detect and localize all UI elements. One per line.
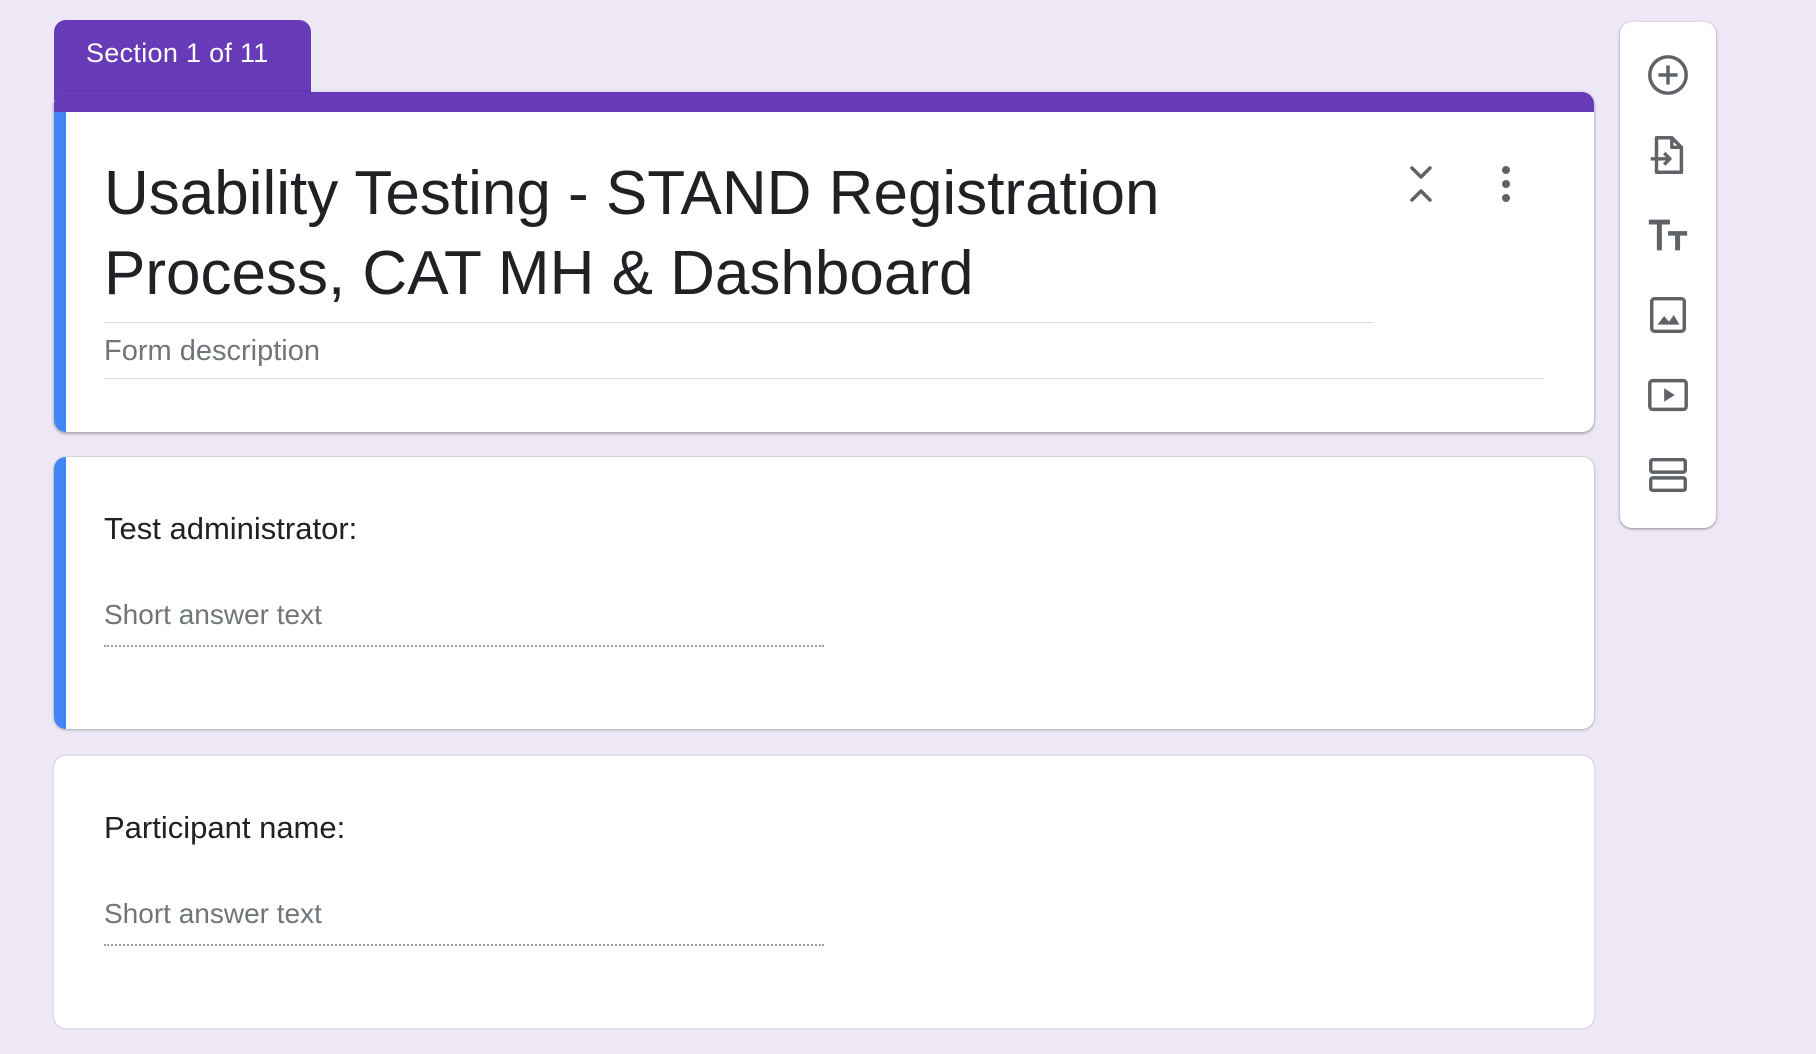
import-questions-button[interactable] (1644, 131, 1692, 179)
add-section-button[interactable] (1644, 451, 1692, 499)
form-title-card[interactable]: Usability Testing - STAND Registration P… (54, 92, 1594, 432)
section-tab-label: Section 1 of 11 (86, 38, 269, 68)
section-tab: Section 1 of 11 (54, 20, 311, 100)
add-question-button[interactable] (1644, 51, 1692, 99)
title-card-accent-bar (54, 92, 1594, 112)
question-card-participant-name[interactable]: Participant name: Short answer text (54, 756, 1594, 1028)
form-title-input[interactable]: Usability Testing - STAND Registration P… (104, 154, 1374, 323)
short-answer-field: Short answer text (104, 599, 824, 647)
collapse-section-icon[interactable] (1406, 162, 1436, 206)
active-indicator-bar (54, 112, 66, 432)
add-circle-icon (1648, 55, 1688, 95)
video-icon (1648, 378, 1688, 412)
title-text-icon (1648, 219, 1688, 251)
add-image-button[interactable] (1644, 291, 1692, 339)
question-title[interactable]: Participant name: (104, 810, 345, 846)
add-title-button[interactable] (1644, 211, 1692, 259)
import-icon (1650, 136, 1684, 174)
floating-toolbar (1620, 22, 1716, 528)
add-video-button[interactable] (1644, 371, 1692, 419)
question-title[interactable]: Test administrator: (104, 511, 357, 547)
form-description-input[interactable]: Form description (104, 335, 1544, 379)
image-icon (1649, 296, 1687, 334)
more-options-icon[interactable] (1496, 162, 1516, 206)
question-card-test-administrator[interactable]: Test administrator: Short answer text (54, 457, 1594, 729)
active-indicator-bar (54, 457, 66, 729)
short-answer-field: Short answer text (104, 898, 824, 946)
section-icon (1649, 457, 1687, 493)
